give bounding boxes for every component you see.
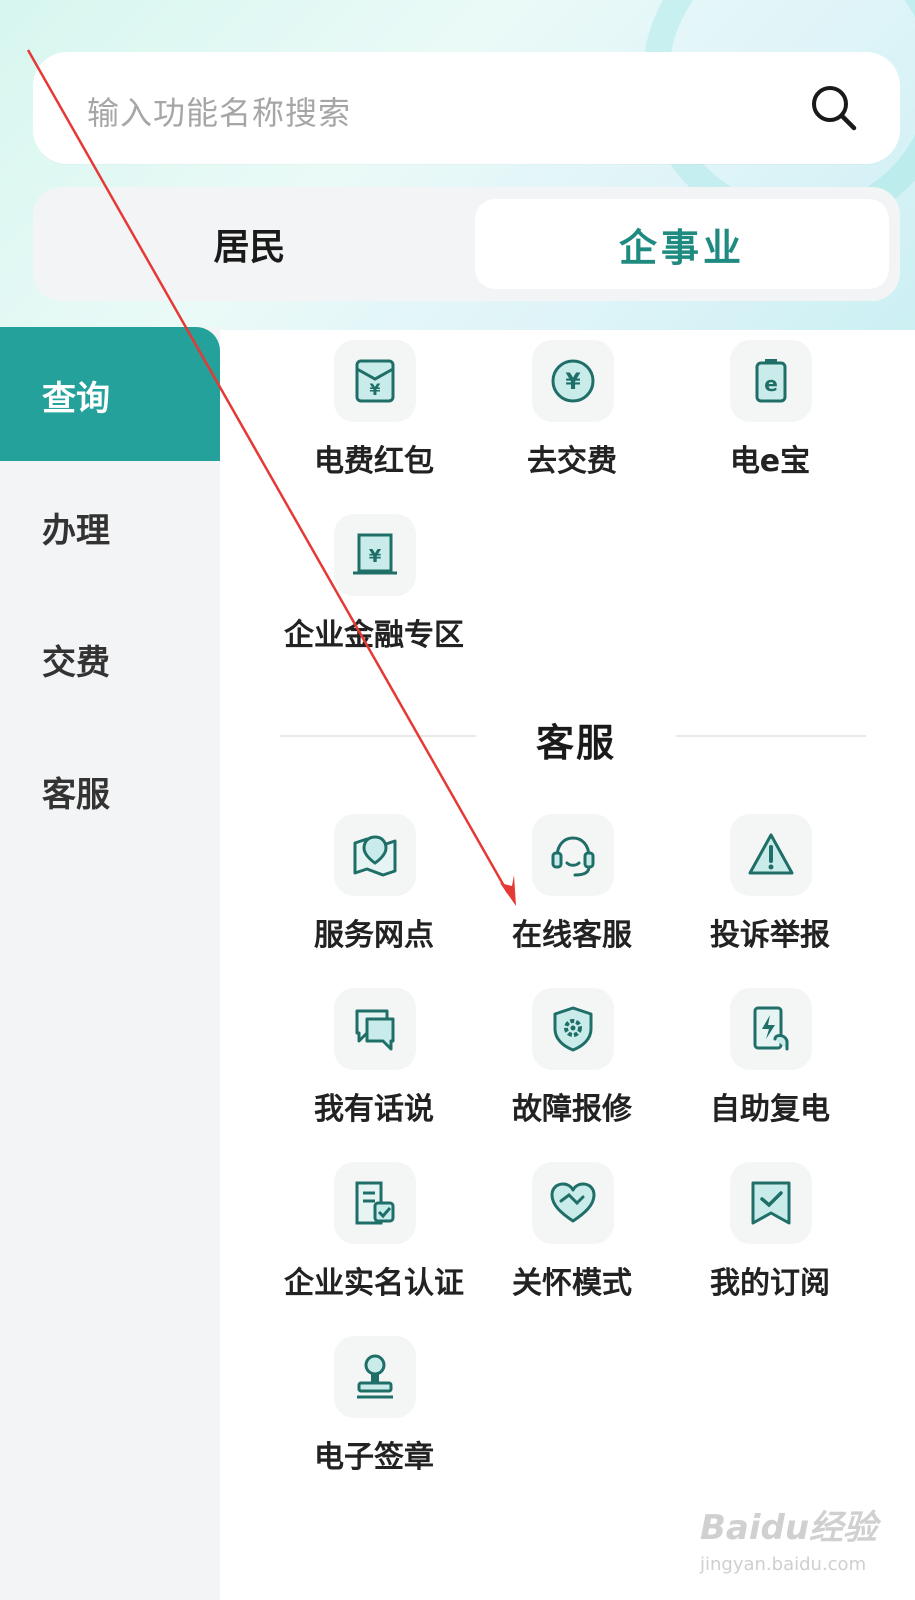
warning-icon (748, 833, 794, 875)
baidu-watermark: Baidu经验 jingyan.baidu.com (700, 1500, 880, 1590)
watermark-brand: Baidu经验 (700, 1508, 878, 1548)
sidebar-item-payment[interactable]: 交费 (0, 591, 220, 725)
icon-tile (334, 1162, 416, 1244)
icon-tile (532, 988, 614, 1070)
user-type-switch: 居民 企事业 (33, 187, 900, 301)
grid-item-label: 企业实名认证 (284, 1266, 464, 1301)
icon-tile (730, 1162, 812, 1244)
grid-item-complaint-report[interactable]: 投诉举报 (660, 814, 880, 964)
grid-item-label: 服务网点 (314, 918, 434, 953)
section-title-service: 客服 (535, 721, 616, 765)
svg-text:¥: ¥ (369, 380, 380, 399)
icon-tile: ¥ (532, 340, 614, 422)
icon-tile (334, 988, 416, 1070)
grid-item-label: 我的订阅 (710, 1266, 830, 1301)
search-icon[interactable] (808, 82, 860, 134)
tab-enterprise[interactable]: 企事业 (475, 199, 889, 289)
chat-icon (355, 1009, 395, 1051)
grid-item-label: 电e宝 (729, 444, 811, 479)
grid-item-label: 我有话说 (314, 1092, 434, 1127)
svg-text:¥: ¥ (369, 546, 382, 567)
grid-item-online-service[interactable]: 在线客服 (462, 814, 682, 964)
icon-tile (730, 814, 812, 896)
grid-item-label: 电子签章 (314, 1440, 434, 1475)
icon-tile (334, 1336, 416, 1418)
grid-item-go-pay[interactable]: ¥ 去交费 (462, 340, 682, 490)
map-pin-icon (353, 835, 397, 877)
icon-tile (334, 814, 416, 896)
grid-item-label: 关怀模式 (512, 1266, 632, 1301)
bookmark-check-icon (751, 1181, 791, 1225)
red-envelope-icon: ¥ (355, 359, 395, 403)
svg-text:¥: ¥ (565, 370, 581, 395)
grid-item-e-seal[interactable]: 电子签章 (264, 1336, 484, 1486)
sidebar-item-handle[interactable]: 办理 (0, 459, 220, 593)
grid-item-label: 故障报修 (512, 1092, 632, 1127)
grid-item-label: 企业金融专区 (284, 618, 464, 653)
section-divider-right (676, 735, 866, 737)
search-input[interactable]: 输入功能名称搜索 (87, 88, 351, 134)
sidebar-item-label: 办理 (42, 511, 110, 551)
shield-gear-icon (553, 1006, 593, 1052)
grid-item-service-outlet[interactable]: 服务网点 (264, 814, 484, 964)
sidebar-item-query[interactable]: 查询 (0, 327, 220, 461)
icon-tile (730, 988, 812, 1070)
icon-tile: ¥ (334, 514, 416, 596)
finance-building-icon: ¥ (353, 533, 397, 575)
icon-tile: e (730, 340, 812, 422)
sidebar-item-label: 客服 (42, 775, 110, 815)
grid-item-enterprise-finance[interactable]: ¥ 企业金融专区 (264, 514, 484, 664)
search-bar[interactable]: 输入功能名称搜索 (33, 52, 900, 164)
company-verify-icon (355, 1181, 395, 1225)
headset-icon (551, 836, 595, 877)
grid-item-feedback[interactable]: 我有话说 (264, 988, 484, 1138)
grid-item-my-subscription[interactable]: 我的订阅 (660, 1162, 880, 1312)
grid-item-bill-red-envelope[interactable]: ¥ 电费红包 (264, 340, 484, 490)
grid-item-care-mode[interactable]: 关怀模式 (462, 1162, 682, 1312)
heart-handshake-icon (550, 1182, 596, 1223)
watermark-url: jingyan.baidu.com (700, 1554, 867, 1575)
sidebar-item-label: 查询 (42, 379, 110, 419)
grid-item-label: 电费红包 (314, 444, 434, 479)
grid-item-self-reconnect[interactable]: 自助复电 (660, 988, 880, 1138)
icon-tile (532, 814, 614, 896)
svg-text:e: e (764, 372, 778, 396)
power-restore-icon (753, 1006, 789, 1051)
grid-item-fault-repair[interactable]: 故障报修 (462, 988, 682, 1138)
stamp-icon (357, 1354, 393, 1399)
grid-item-label: 投诉举报 (710, 918, 830, 953)
tab-resident[interactable]: 居民 (33, 187, 466, 301)
section-divider-left (280, 735, 476, 737)
icon-tile (532, 1162, 614, 1244)
grid-item-company-verification[interactable]: 企业实名认证 (264, 1162, 484, 1312)
sidebar: 查询 办理 交费 客服 (0, 327, 220, 1600)
grid-item-label: 去交费 (527, 444, 617, 479)
yuan-coin-icon: ¥ (551, 359, 595, 403)
grid-item-label: 自助复电 (710, 1092, 830, 1127)
grid-item-e-bao[interactable]: e 电e宝 (660, 340, 880, 490)
battery-e-icon: e (755, 359, 787, 403)
sidebar-item-label: 交费 (42, 643, 110, 683)
icon-tile: ¥ (334, 340, 416, 422)
grid-item-label: 在线客服 (512, 918, 632, 953)
sidebar-item-service[interactable]: 客服 (0, 723, 220, 857)
